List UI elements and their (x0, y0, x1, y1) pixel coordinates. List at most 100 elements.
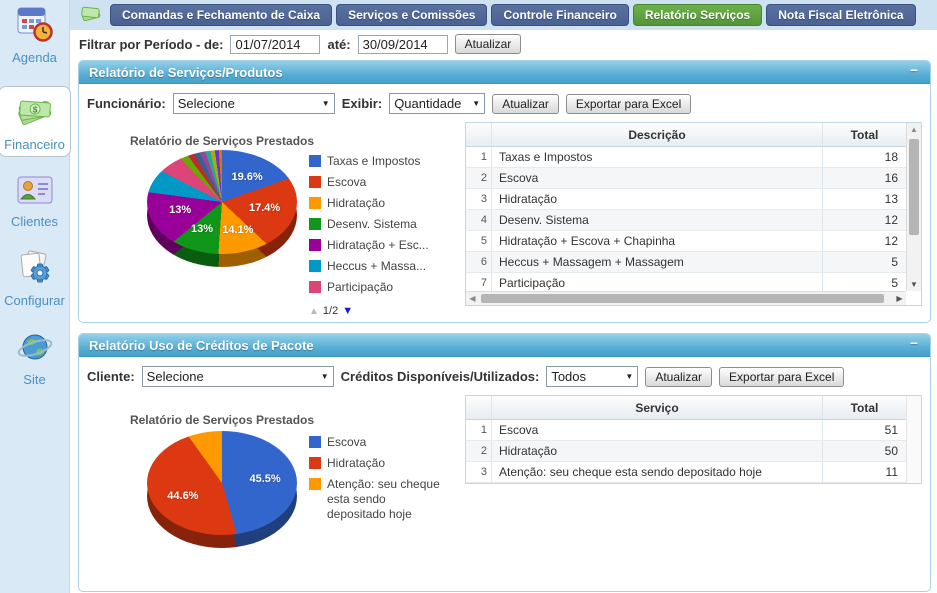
total-cell: 13 (822, 189, 906, 209)
creditos-select[interactable]: Todos ▼ (546, 366, 638, 387)
header-cell-total: Total (822, 396, 906, 419)
funcionario-select[interactable]: Selecione ▼ (173, 93, 335, 114)
legend-item: Heccus + Massa... (309, 259, 447, 274)
panel2-header: Relatório Uso de Créditos de Pacote − (79, 334, 930, 357)
table-row[interactable]: 1Taxas e Impostos18 (466, 147, 906, 168)
table-row[interactable]: 1Escova51 (466, 420, 906, 441)
table-row[interactable]: 4Desenv. Sistema12 (466, 210, 906, 231)
table-row[interactable]: 6Heccus + Massagem + Massagem5 (466, 252, 906, 273)
period-filter-bar: Filtrar por Período - de: até: Atualizar (70, 30, 937, 58)
header-cell-num (466, 123, 492, 146)
total-cell: 16 (822, 168, 906, 188)
tab-controle-financeiro[interactable]: Controle Financeiro (491, 4, 628, 26)
cliente-select[interactable]: Selecione ▼ (142, 366, 334, 387)
tab-servicos-comissoes[interactable]: Serviços e Comissões (336, 4, 487, 26)
chart2-title: Relatório de Serviços Prestados (107, 413, 337, 427)
chart1-legend: Taxas e Impostos Escova Hidratação Desenv. … (309, 154, 447, 317)
svg-text:$: $ (32, 104, 38, 114)
credits-pie-chart: 45.5%44.6% (147, 431, 297, 549)
panel2-title: Relatório Uso de Créditos de Pacote (89, 338, 314, 353)
date-from-input[interactable] (230, 35, 320, 54)
scrollbar-thumb[interactable] (481, 294, 884, 303)
table-header-row: ServiçoTotal (466, 396, 906, 420)
legend-swatch-icon (309, 197, 321, 209)
panel2-update-button[interactable]: Atualizar (645, 367, 712, 387)
tab-nota-fiscal[interactable]: Nota Fiscal Eletrônica (766, 4, 915, 26)
main-area: Comandas e Fechamento de Caixa Serviços … (70, 0, 937, 593)
panel1-update-button[interactable]: Atualizar (492, 94, 559, 114)
scroll-right-icon[interactable]: ▶ (893, 292, 906, 305)
legend-label: Heccus + Massa... (327, 259, 426, 274)
scroll-left-icon[interactable]: ◀ (466, 292, 479, 305)
collapse-icon[interactable]: − (906, 335, 922, 351)
sidebar: Agenda $ Financeiro (0, 0, 70, 593)
legend-pagination: ▲ 1/2 ▼ (309, 305, 447, 317)
description-cell: Hidratação (492, 192, 822, 206)
legend-swatch-icon (309, 218, 321, 230)
total-cell: 5 (822, 252, 906, 272)
row-number-cell: 4 (466, 210, 492, 230)
panel2-export-excel-button[interactable]: Exportar para Excel (719, 367, 844, 387)
legend-item: Escova (309, 175, 447, 190)
pie-slice-label: 17.4% (249, 202, 280, 214)
header-cell-desc: Descrição (492, 128, 822, 142)
description-cell: Hidratação (492, 444, 822, 458)
sidebar-item-configurar[interactable]: Configurar (4, 250, 65, 308)
description-cell: Hidratação + Escova + Chapinha (492, 234, 822, 248)
panel2-controls: Cliente: Selecione ▼ Créditos Disponívei… (79, 357, 930, 395)
pie-top: 19.6%17.4%14.1%13%13% (147, 150, 297, 254)
legend-label: Escova (327, 435, 366, 450)
row-number-cell: 1 (466, 147, 492, 167)
legend-item: Atenção: seu cheque esta sendo depositad… (309, 477, 447, 522)
tab-relatorio-servicos[interactable]: Relatório Serviços (633, 4, 762, 26)
table-row[interactable]: 2Escova16 (466, 168, 906, 189)
total-cell: 12 (822, 231, 906, 251)
tab-comandas[interactable]: Comandas e Fechamento de Caixa (110, 4, 332, 26)
sidebar-item-label: Financeiro (4, 137, 65, 152)
sidebar-item-clientes[interactable]: Clientes (11, 173, 58, 229)
cliente-label: Cliente: (87, 369, 135, 384)
chart2-legend: EscovaHidrataçãoAtenção: seu cheque esta… (309, 435, 447, 528)
sidebar-item-financeiro[interactable]: $ Financeiro (0, 86, 71, 157)
legend-item: Escova (309, 435, 447, 450)
total-cell: 50 (822, 441, 906, 461)
scroll-down-icon[interactable]: ▼ (907, 278, 921, 291)
page-down-icon[interactable]: ▼ (342, 305, 353, 317)
legend-item: Taxas e Impostos (309, 154, 447, 169)
sidebar-item-label: Agenda (12, 50, 57, 65)
until-label: até: (327, 37, 350, 52)
legend-swatch-icon (309, 260, 321, 272)
legend-item: Participação (309, 280, 447, 295)
table-row[interactable]: 5Hidratação + Escova + Chapinha12 (466, 231, 906, 252)
legend-item: Desenv. Sistema (309, 217, 447, 232)
panel-relatorio-servicos-produtos: Relatório de Serviços/Produtos − Funcion… (78, 60, 931, 323)
legend-item: Hidratação (309, 196, 447, 211)
sidebar-item-agenda[interactable]: Agenda (12, 5, 57, 65)
filter-update-button[interactable]: Atualizar (455, 34, 522, 54)
page-indicator: 1/2 (323, 305, 338, 317)
table-row[interactable]: 3Atenção: seu cheque esta sendo deposita… (466, 462, 906, 483)
row-number-cell: 2 (466, 441, 492, 461)
scrollbar-thumb[interactable] (909, 139, 919, 235)
table-row[interactable]: 2Hidratação50 (466, 441, 906, 462)
services-table: DescriçãoTotal1Taxas e Impostos182Escova… (465, 122, 922, 306)
collapse-icon[interactable]: − (906, 62, 922, 78)
row-number-cell: 6 (466, 252, 492, 272)
total-cell: 5 (822, 273, 906, 293)
vertical-scrollbar[interactable] (906, 396, 921, 483)
horizontal-scrollbar[interactable]: ◀ ▶ (466, 291, 906, 305)
sidebar-item-site[interactable]: Site (15, 329, 55, 387)
scroll-up-icon[interactable]: ▲ (907, 123, 921, 136)
money-icon: $ (14, 94, 56, 135)
panel1-export-excel-button[interactable]: Exportar para Excel (566, 94, 691, 114)
legend-label: Taxas e Impostos (327, 154, 420, 169)
sidebar-item-label: Clientes (11, 214, 58, 229)
date-to-input[interactable] (358, 35, 448, 54)
exibir-select[interactable]: Quantidade ▼ (389, 93, 485, 114)
page-up-icon[interactable]: ▲ (309, 306, 319, 317)
table-row[interactable]: 3Hidratação13 (466, 189, 906, 210)
panel1-chart-area: Relatório de Serviços Prestados 19.6%17.… (87, 122, 459, 314)
legend-label: Escova (327, 175, 366, 190)
panel2-table-area: ServiçoTotal1Escova512Hidratação503Atenç… (465, 395, 922, 583)
vertical-scrollbar[interactable]: ▲ ▼ (906, 123, 921, 291)
